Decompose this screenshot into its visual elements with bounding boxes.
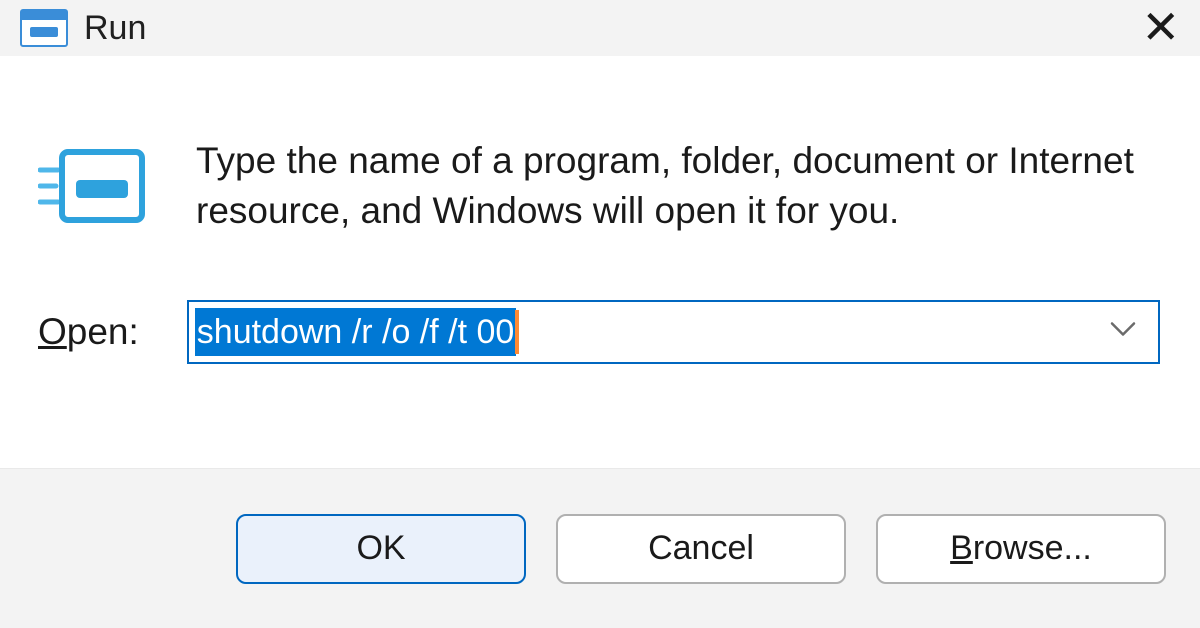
browse-button-label: Browse... (950, 529, 1092, 568)
title-bar[interactable]: Run ✕ (0, 0, 1200, 56)
button-row: OK Cancel Browse... (0, 468, 1200, 628)
command-input[interactable]: shutdown /r /o /f /t 00 (195, 308, 517, 357)
open-row: Open: shutdown /r /o /f /t 00 (40, 300, 1160, 364)
instruction-text: Type the name of a program, folder, docu… (196, 136, 1136, 236)
cancel-button[interactable]: Cancel (556, 514, 846, 584)
open-label: Open: (38, 311, 139, 353)
cancel-button-label: Cancel (648, 529, 754, 568)
ok-button-label: OK (356, 529, 405, 568)
command-combobox[interactable]: shutdown /r /o /f /t 00 (187, 300, 1160, 364)
ok-button[interactable]: OK (236, 514, 526, 584)
close-icon[interactable]: ✕ (1141, 4, 1180, 50)
chevron-down-icon[interactable] (1110, 321, 1136, 342)
dialog-body: Type the name of a program, folder, docu… (0, 56, 1200, 468)
run-icon (38, 142, 148, 232)
window-title: Run (84, 9, 146, 48)
run-dialog: Run ✕ Type the name of a program, folder… (0, 0, 1200, 628)
run-title-icon (20, 9, 68, 47)
open-label-hotkey: O (38, 311, 67, 352)
instruction-row: Type the name of a program, folder, docu… (40, 136, 1160, 236)
open-label-rest: pen: (67, 311, 139, 352)
browse-button[interactable]: Browse... (876, 514, 1166, 584)
